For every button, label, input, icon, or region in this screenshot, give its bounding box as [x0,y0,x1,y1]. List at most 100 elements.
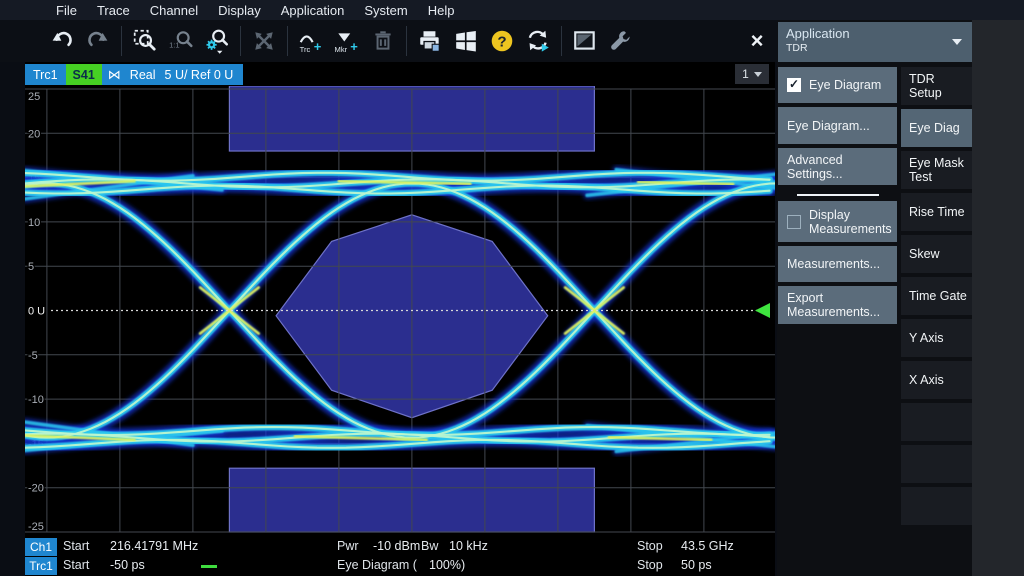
print-icon[interactable] [412,23,448,59]
toolbar-separator [561,26,562,56]
setup-icon[interactable] [603,23,639,59]
tab-tdr-setup[interactable]: TDR Setup [901,67,972,105]
toolbar-separator [240,26,241,56]
y-axis-labels: 2520151050 U-5-10-15-20-25 [28,91,45,533]
svg-text:-20: -20 [28,483,44,495]
menu-help[interactable]: Help [418,3,465,18]
measurements-dialog-button[interactable]: Measurements... [778,246,897,282]
channel-bandwidth-value[interactable]: 10 kHz [449,539,488,553]
trace-color-indicator [201,565,217,568]
toolbar-separator [406,26,407,56]
advanced-settings-button[interactable]: Advanced Settings... [778,148,897,185]
undo-icon[interactable] [44,23,80,59]
tab-empty [901,487,972,525]
chevron-down-icon [754,72,762,77]
diagram-area: Trc1 S41 ⋈ Real 5 U/ Ref 0 U 1 252015105… [25,62,775,537]
channel-start-value[interactable]: 216.41791 MHz [110,539,198,553]
checked-checkbox-icon[interactable]: ✓ [787,78,801,92]
svg-text:0 U: 0 U [28,306,45,318]
diagram-number-selector[interactable]: 1 [735,64,769,84]
svg-text:5: 5 [28,261,34,273]
svg-text:1:1: 1:1 [169,41,180,50]
display-measurements-toggle-button[interactable]: Display Measurements [778,201,897,242]
redo-icon[interactable] [80,23,116,59]
trace-scale-label: 5 U/ Ref 0 U [165,68,234,82]
tab-rise-time[interactable]: Rise Time [901,193,972,231]
eye-diagram-toggle-button[interactable]: ✓ Eye Diagram [778,67,897,103]
instrument-window: File Trace Channel Display Application S… [0,0,1024,576]
add-marker-button[interactable]: Mkr+ [329,23,365,59]
eye-diagram-dialog-button[interactable]: Eye Diagram... [778,107,897,144]
zoom-config-icon[interactable] [199,23,235,59]
trace-measurement-label: Eye Diagram ( [337,558,417,572]
svg-text:-5: -5 [28,350,38,362]
help-icon[interactable]: ? [484,23,520,59]
application-label: Application [786,26,964,41]
tab-empty [901,403,972,441]
svg-text:+: + [350,39,358,54]
trace-format-label: Real [130,68,156,82]
trace-name-chip[interactable]: Trc1 [25,64,66,85]
channel-badge[interactable]: Ch1 [25,538,57,556]
svg-text:20: 20 [28,128,40,140]
button-label: Advanced Settings... [787,153,891,181]
sync-icon[interactable] [520,23,556,59]
tab-x-axis[interactable]: X Axis [901,361,972,399]
svg-text:+: + [314,39,322,54]
trace-start-label: Start [63,558,89,572]
menu-channel[interactable]: Channel [140,3,208,18]
button-label: Export Measurements... [787,291,891,319]
delete-icon[interactable] [365,23,401,59]
trace-measurement-value: 100%) [429,558,465,572]
svg-text:10: 10 [28,217,40,229]
export-measurements-button[interactable]: Export Measurements... [778,286,897,324]
reference-level-marker-icon [755,303,770,318]
menu-display[interactable]: Display [208,3,271,18]
windows-icon[interactable] [448,23,484,59]
trace-stop-value[interactable]: 50 ps [681,558,712,572]
trace-parameter-chip[interactable]: S41 [66,64,102,85]
trace-format-chip[interactable]: ⋈ Real 5 U/ Ref 0 U [102,64,244,85]
screenshot-icon[interactable] [567,23,603,59]
close-icon[interactable]: × [741,24,773,58]
menu-file[interactable]: File [46,3,87,18]
trace-badge[interactable]: Trc1 [25,557,57,575]
channel-stop-value[interactable]: 43.5 GHz [681,539,734,553]
tab-eye-diag[interactable]: Eye Diag [901,109,972,147]
menu-trace[interactable]: Trace [87,3,140,18]
trace-start-value[interactable]: -50 ps [110,558,145,572]
trace-info-bar: Trc1 S41 ⋈ Real 5 U/ Ref 0 U [25,64,243,85]
button-label: Display Measurements [809,208,892,236]
zoom-select-icon[interactable] [127,23,163,59]
menu-application[interactable]: Application [271,3,355,18]
unchecked-checkbox-icon[interactable] [787,215,801,229]
toolbar-separator [287,26,288,56]
svg-text:Mkr: Mkr [335,45,348,54]
svg-text:25: 25 [28,91,40,103]
status-bar: Ch1 Start 216.41791 MHz Pwr -10 dBm Bw 1… [25,537,775,576]
tab-skew[interactable]: Skew [901,235,972,273]
toolbar-separator [121,26,122,56]
soft-panel-separator [778,189,897,201]
trace-status-row: Trc1 Start -50 ps Eye Diagram ( 100%) St… [25,557,775,576]
menu-system[interactable]: System [354,3,417,18]
zoom-1to1-icon[interactable]: 1:1 [163,23,199,59]
tab-y-axis[interactable]: Y Axis [901,319,972,357]
expand-icon[interactable] [246,23,282,59]
tab-time-gate[interactable]: Time Gate [901,277,972,315]
chevron-down-icon [952,39,962,45]
menu-bar: File Trace Channel Display Application S… [0,0,1024,20]
tab-empty [901,445,972,483]
tab-eye-mask-test[interactable]: Eye Mask Test [901,151,972,189]
eye-diagram-canvas[interactable]: 2520151050 U-5-10-15-20-25 [25,86,775,537]
channel-start-label: Start [63,539,89,553]
channel-bandwidth-label: Bw [421,539,438,553]
application-value: TDR [786,42,964,54]
channel-power-value[interactable]: -10 dBm [373,539,420,553]
application-selector[interactable]: Application TDR [778,22,972,62]
channel-status-row: Ch1 Start 216.41791 MHz Pwr -10 dBm Bw 1… [25,538,775,557]
add-trace-button[interactable]: Trc+ [293,23,329,59]
button-label: Measurements... [787,257,880,271]
svg-text:?: ? [497,33,506,50]
button-label: Eye Diagram... [787,119,870,133]
